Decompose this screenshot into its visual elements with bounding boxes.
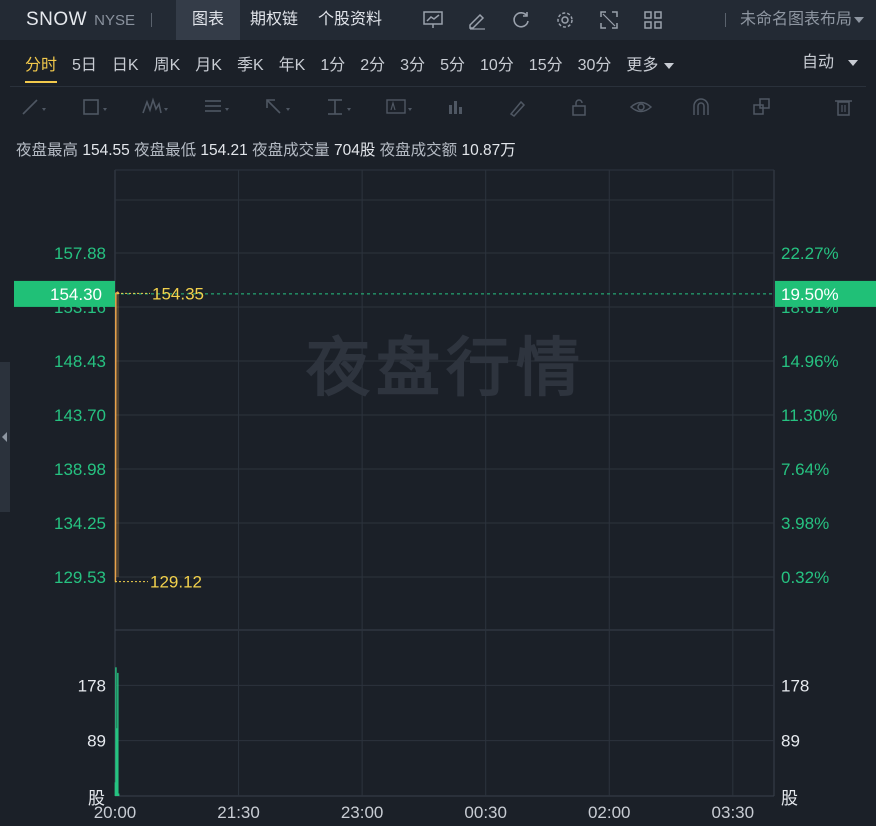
x-tick-label: 03:30 [712, 803, 755, 822]
x-tick-label: 21:30 [217, 803, 260, 822]
volume-unit-right: 股 [781, 789, 798, 808]
volume-bar [117, 672, 119, 796]
pct-tick-label: 0.32% [781, 568, 829, 587]
volume-tick-label: 89 [87, 732, 106, 751]
pct-tick-label: 14.96% [781, 352, 839, 371]
current-pct-label: 19.50% [781, 285, 839, 304]
volume-unit-left: 股 [88, 789, 105, 808]
price-tick-label: 129.53 [54, 568, 106, 587]
volume-tick-label: 178 [78, 676, 106, 695]
pct-tick-label: 7.64% [781, 460, 829, 479]
price-tick-label: 138.98 [54, 460, 106, 479]
pct-tick-label: 3.98% [781, 514, 829, 533]
watermark: 夜盘行情 [305, 332, 586, 406]
low-marker-label: 129.12 [150, 573, 202, 592]
volume-tick-label-right: 178 [781, 676, 809, 695]
x-tick-label: 23:00 [341, 803, 384, 822]
current-price-label: 154.30 [50, 285, 102, 304]
pct-tick-label: 11.30% [781, 406, 837, 425]
price-tick-label: 143.70 [54, 406, 106, 425]
x-tick-label: 02:00 [588, 803, 631, 822]
volume-bar [117, 793, 120, 796]
volume-tick-label-right: 89 [781, 732, 800, 751]
high-marker-label: 154.35 [152, 284, 204, 303]
price-tick-label: 148.43 [54, 352, 106, 371]
x-tick-label: 00:30 [464, 803, 507, 822]
price-tick-label: 157.88 [54, 244, 106, 263]
intraday-chart[interactable]: 20:00 21:30 23:00 00:30 02:00 03:30157.88153.… [0, 0, 876, 826]
pct-tick-label: 22.27% [781, 244, 839, 263]
price-tick-label: 134.25 [54, 514, 106, 533]
